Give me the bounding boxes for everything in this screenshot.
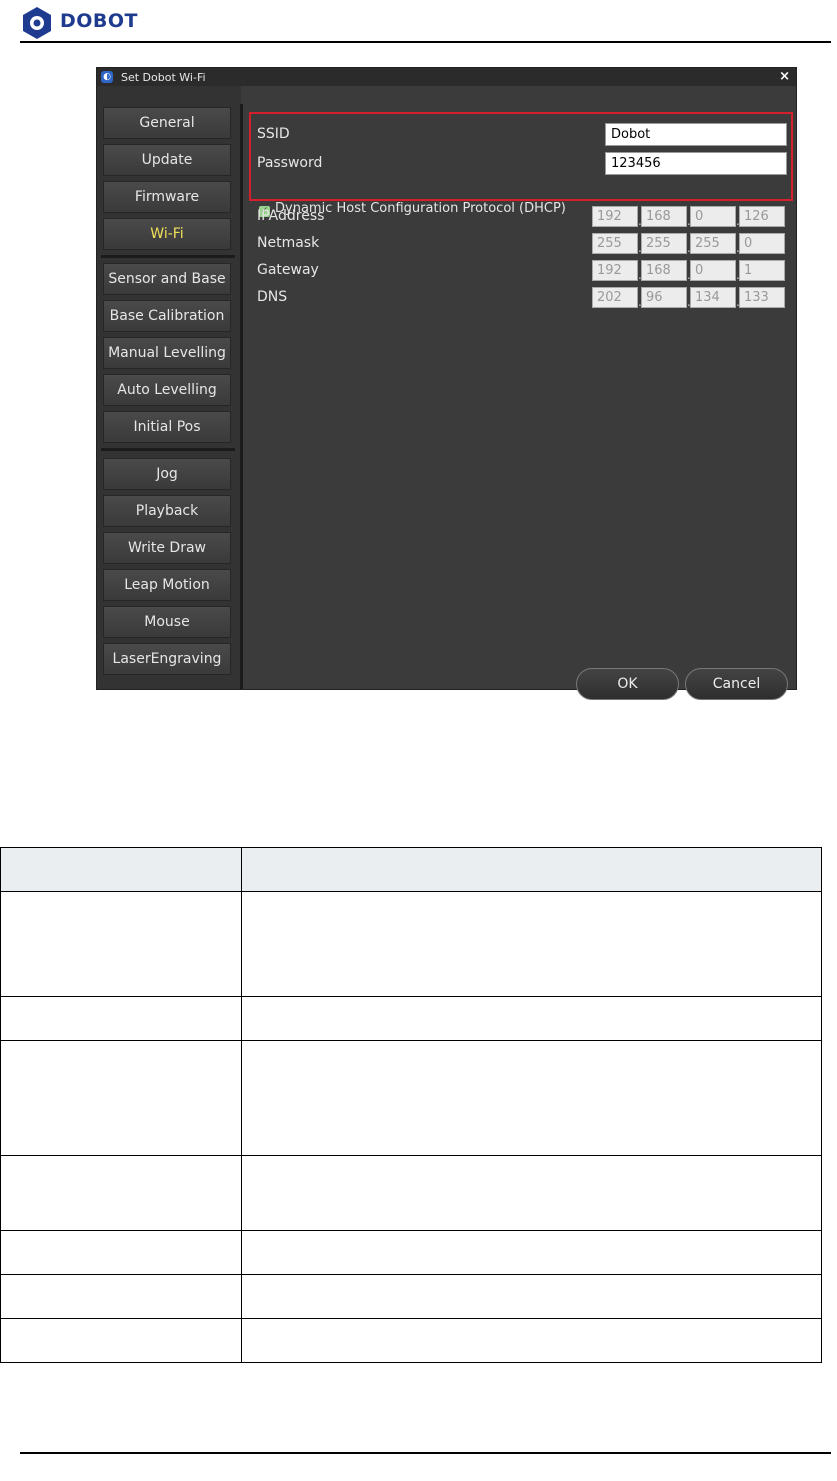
dns-octet-4[interactable] [739, 287, 785, 308]
nav-sensor-and-base[interactable]: Sensor and Base [103, 263, 231, 295]
netmask-label: Netmask [257, 235, 320, 251]
password-input[interactable] [605, 152, 787, 175]
wifi-dialog: ◐ Set Dobot Wi-Fi × General Update Firmw… [96, 67, 797, 700]
nav-leap-motion[interactable]: Leap Motion [103, 569, 231, 601]
gateway-octet-1[interactable] [592, 260, 638, 281]
netmask-octet-4[interactable] [739, 233, 785, 254]
dns-octet-3[interactable] [690, 287, 736, 308]
nav-base-calibration[interactable]: Base Calibration [103, 300, 231, 332]
ok-button[interactable]: OK [576, 668, 679, 700]
nav-firmware[interactable]: Firmware [103, 181, 231, 213]
cancel-button[interactable]: Cancel [685, 668, 788, 700]
nav-auto-levelling[interactable]: Auto Levelling [103, 374, 231, 406]
nav-initial-pos[interactable]: Initial Pos [103, 411, 231, 443]
dialog-title: Set Dobot Wi-Fi [121, 71, 206, 84]
document-header: DOBOT [0, 0, 837, 46]
ip-octet-4[interactable] [739, 206, 785, 227]
table-row [0, 1318, 822, 1363]
panel-divider [240, 104, 243, 689]
ip-octet-1[interactable] [592, 206, 638, 227]
password-label: Password [257, 155, 323, 171]
parameter-table [0, 847, 822, 1363]
gateway-label: Gateway [257, 262, 319, 278]
brand-name: DOBOT [60, 10, 139, 32]
nav-update[interactable]: Update [103, 144, 231, 176]
ip-address-label: IPAddress [257, 208, 325, 224]
table-row [0, 996, 822, 1041]
gateway-octet-4[interactable] [739, 260, 785, 281]
nav-jog[interactable]: Jog [103, 458, 231, 490]
table-row [0, 1230, 822, 1275]
ssid-input[interactable] [605, 123, 787, 146]
nav-separator [101, 448, 235, 451]
footer-rule [20, 1452, 831, 1454]
gateway-octet-3[interactable] [690, 260, 736, 281]
ssid-label: SSID [257, 126, 290, 142]
dns-octet-1[interactable] [592, 287, 638, 308]
table-header-cell [241, 847, 822, 892]
nav-manual-levelling[interactable]: Manual Levelling [103, 337, 231, 369]
nav-separator [101, 255, 235, 258]
nav-general[interactable]: General [103, 107, 231, 139]
nav-mouse[interactable]: Mouse [103, 606, 231, 638]
dobot-logo-icon [23, 7, 51, 39]
table-header-row [0, 847, 822, 892]
netmask-octet-3[interactable] [690, 233, 736, 254]
ip-octet-2[interactable] [641, 206, 687, 227]
settings-sidebar: General Update Firmware Wi-Fi Sensor and… [97, 86, 241, 689]
dns-label: DNS [257, 289, 288, 305]
header-rule [20, 41, 831, 43]
table-header-cell [0, 847, 242, 892]
nav-wifi[interactable]: Wi-Fi [103, 218, 231, 250]
nav-playback[interactable]: Playback [103, 495, 231, 527]
dialog-titlebar: ◐ Set Dobot Wi-Fi × [97, 68, 796, 86]
nav-write-draw[interactable]: Write Draw [103, 532, 231, 564]
table-row [0, 1155, 822, 1231]
gateway-octet-2[interactable] [641, 260, 687, 281]
netmask-octet-2[interactable] [641, 233, 687, 254]
table-row [0, 891, 822, 997]
netmask-octet-1[interactable] [592, 233, 638, 254]
wifi-settings-panel: SSID Password ✓Dynamic Host Configuratio… [247, 86, 796, 700]
dns-octet-2[interactable] [641, 287, 687, 308]
close-button[interactable]: × [779, 69, 790, 84]
nav-laser-engraving[interactable]: LaserEngraving [103, 643, 231, 675]
ip-octet-3[interactable] [690, 206, 736, 227]
table-row [0, 1040, 822, 1156]
app-icon: ◐ [101, 71, 113, 83]
table-row [0, 1274, 822, 1319]
